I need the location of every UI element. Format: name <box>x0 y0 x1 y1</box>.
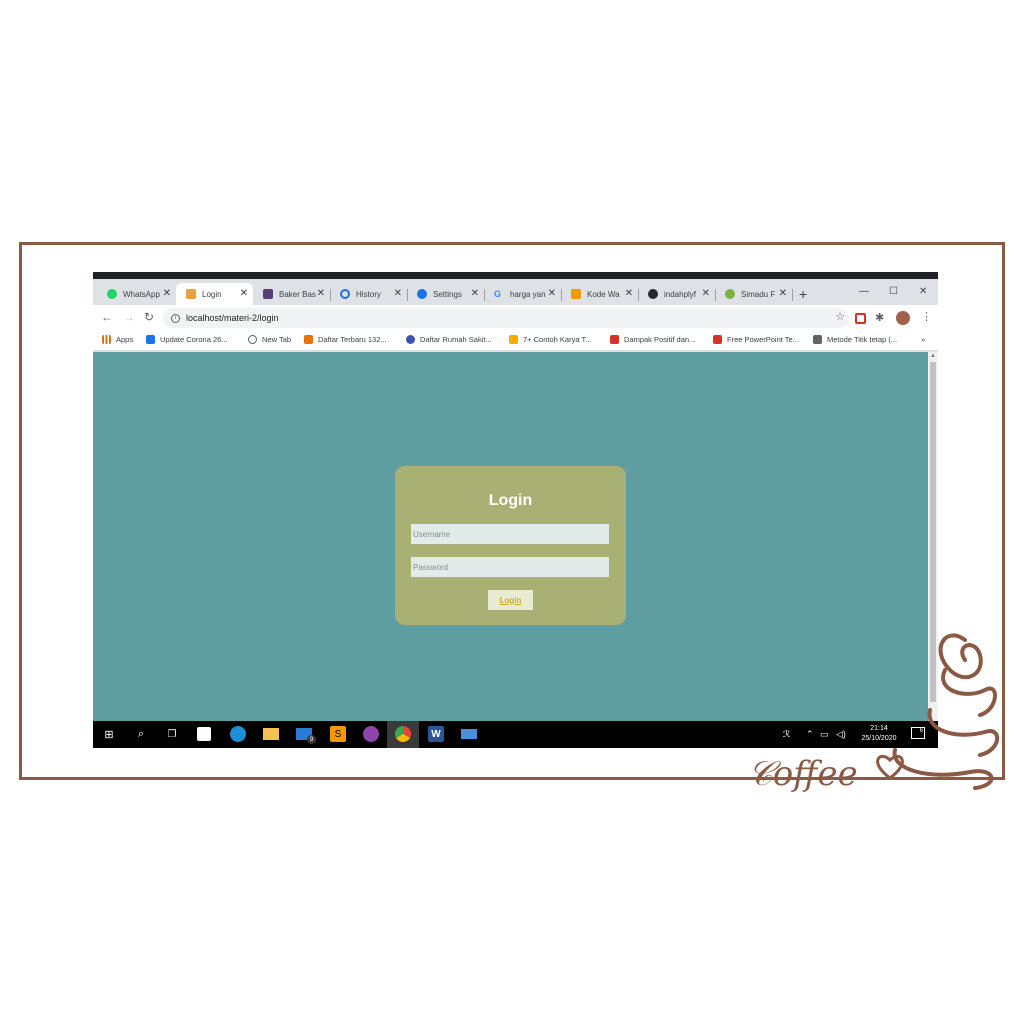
tab-label: Simadu F <box>741 289 776 299</box>
new-tab-button[interactable]: + <box>799 286 807 302</box>
page-icon <box>571 289 581 299</box>
password-input[interactable] <box>411 557 609 577</box>
window-app-icon[interactable] <box>461 729 477 739</box>
globe-icon <box>248 335 257 344</box>
login-title: Login <box>488 492 533 509</box>
bookmarks-more-button[interactable]: » <box>921 335 925 344</box>
coffee-decoration-icon: 𝒞offee <box>748 633 1000 794</box>
close-window-button[interactable]: ✕ <box>919 286 927 297</box>
minimize-button[interactable]: — <box>859 286 869 297</box>
close-icon[interactable]: ✕ <box>548 288 556 299</box>
avatar[interactable] <box>896 311 910 325</box>
bookmark-icon <box>406 335 415 344</box>
bookmark-metode-titik[interactable]: Metode Titik tetap (... <box>813 335 897 344</box>
tab-whatsapp[interactable]: WhatsApp ✕ <box>97 283 177 305</box>
bookmark-icon <box>304 335 313 344</box>
store-icon[interactable] <box>197 727 211 741</box>
tab-harga[interactable]: G harga yan ✕ <box>484 283 562 305</box>
tab-kode[interactable]: Kode Wa ✕ <box>561 283 639 305</box>
menu-icon[interactable]: ⋮ <box>921 310 932 323</box>
chrome-icon[interactable] <box>395 726 411 742</box>
info-icon[interactable]: i <box>171 313 180 323</box>
bookmark-dampak-positif[interactable]: Dampak Positif dan... <box>610 335 695 344</box>
history-icon <box>340 289 350 299</box>
github-desktop-icon[interactable] <box>363 726 379 742</box>
tab-label: Kode Wa <box>587 289 620 299</box>
bookmark-icon <box>509 335 518 344</box>
tab-strip: WhatsApp ✕ Login ✕ Baker Bas ✕ History ✕… <box>93 279 938 305</box>
coffee-script: 𝒞offee <box>748 754 858 794</box>
sublime-icon[interactable]: S <box>330 726 346 742</box>
bookmark-apps[interactable]: Apps <box>102 335 133 344</box>
bookmark-free-powerpoint[interactable]: Free PowerPoint Te... <box>713 335 799 344</box>
close-icon[interactable]: ✕ <box>163 288 171 299</box>
star-icon[interactable]: ☆ <box>835 310 845 323</box>
bookmark-icon <box>813 335 822 344</box>
close-icon[interactable]: ✕ <box>394 288 402 299</box>
tab-history[interactable]: History ✕ <box>330 283 408 305</box>
windows-start-icon[interactable]: ⊞ <box>101 726 117 742</box>
task-view-icon[interactable]: ❐ <box>164 726 180 742</box>
close-icon[interactable]: ✕ <box>702 288 710 299</box>
tab-label: Baker Bas <box>279 289 316 299</box>
bookmark-update-corona[interactable]: Update Corona 26... <box>146 335 228 344</box>
puzzle-icon[interactable]: ✱ <box>875 311 884 324</box>
forward-icon[interactable]: → <box>123 310 135 324</box>
google-icon: G <box>494 289 502 299</box>
tab-label: Settings <box>433 289 462 299</box>
gear-icon <box>417 289 427 299</box>
page-icon <box>186 289 196 299</box>
folder-icon[interactable] <box>263 728 279 740</box>
tab-login[interactable]: Login ✕ <box>176 283 253 305</box>
username-input[interactable] <box>411 524 609 544</box>
bookmark-icon <box>610 335 619 344</box>
simadu-icon <box>725 289 735 299</box>
word-icon[interactable]: W <box>428 726 444 742</box>
extension-icon[interactable] <box>855 313 866 324</box>
login-button[interactable]: Login <box>488 590 533 610</box>
search-icon[interactable]: ⌕ <box>133 726 149 742</box>
bookmark-daftar-terbaru[interactable]: Daftar Terbaru 132... <box>304 335 387 344</box>
back-icon[interactable]: ← <box>101 310 113 324</box>
address-bar[interactable]: i localhost/materi-2/login ☆ <box>163 308 849 328</box>
tab-baker[interactable]: Baker Bas ✕ <box>253 283 331 305</box>
bootstrap-icon <box>263 289 273 299</box>
mail-badge: 9 <box>307 735 316 744</box>
tab-simadu[interactable]: Simadu F ✕ <box>715 283 793 305</box>
tab-separator <box>792 289 793 301</box>
tab-label: Login <box>202 289 222 299</box>
close-icon[interactable]: ✕ <box>471 288 479 299</box>
tab-label: History <box>356 289 381 299</box>
edge-icon[interactable] <box>230 726 246 742</box>
close-icon[interactable]: ✕ <box>317 288 325 299</box>
bookmark-contoh-karya[interactable]: 7+ Contoh Karya T... <box>509 335 591 344</box>
tab-label: harga yan <box>510 289 546 299</box>
bookmark-daftar-rumah-sakit[interactable]: Daftar Rumah Sakit... <box>406 335 492 344</box>
github-icon <box>648 289 658 299</box>
close-icon[interactable]: ✕ <box>240 288 248 299</box>
whatsapp-icon <box>107 289 117 299</box>
tab-settings[interactable]: Settings ✕ <box>407 283 485 305</box>
maximize-button[interactable]: ☐ <box>889 286 898 297</box>
bookmark-icon <box>146 335 155 344</box>
reload-icon[interactable]: ↻ <box>144 310 154 324</box>
scroll-up-icon[interactable]: ▲ <box>930 353 936 359</box>
tab-github[interactable]: indahplyf ✕ <box>638 283 716 305</box>
bookmark-icon <box>713 335 722 344</box>
bookmark-new-tab[interactable]: New Tab <box>248 335 291 344</box>
window-top-border <box>93 272 938 279</box>
close-icon[interactable]: ✕ <box>779 288 787 299</box>
browser-toolbar: ← → ↻ i localhost/materi-2/login ☆ ✱ ⋮ <box>93 305 938 331</box>
apps-grid-icon <box>102 335 111 344</box>
tab-label: WhatsApp <box>123 289 160 299</box>
tab-label: indahplyf <box>664 289 697 299</box>
login-form: Login Login <box>395 466 626 625</box>
close-icon[interactable]: ✕ <box>625 288 633 299</box>
address-url: localhost/materi-2/login <box>186 313 279 323</box>
bookmarks-bar: Apps Update Corona 26... New Tab Daftar … <box>93 331 938 351</box>
